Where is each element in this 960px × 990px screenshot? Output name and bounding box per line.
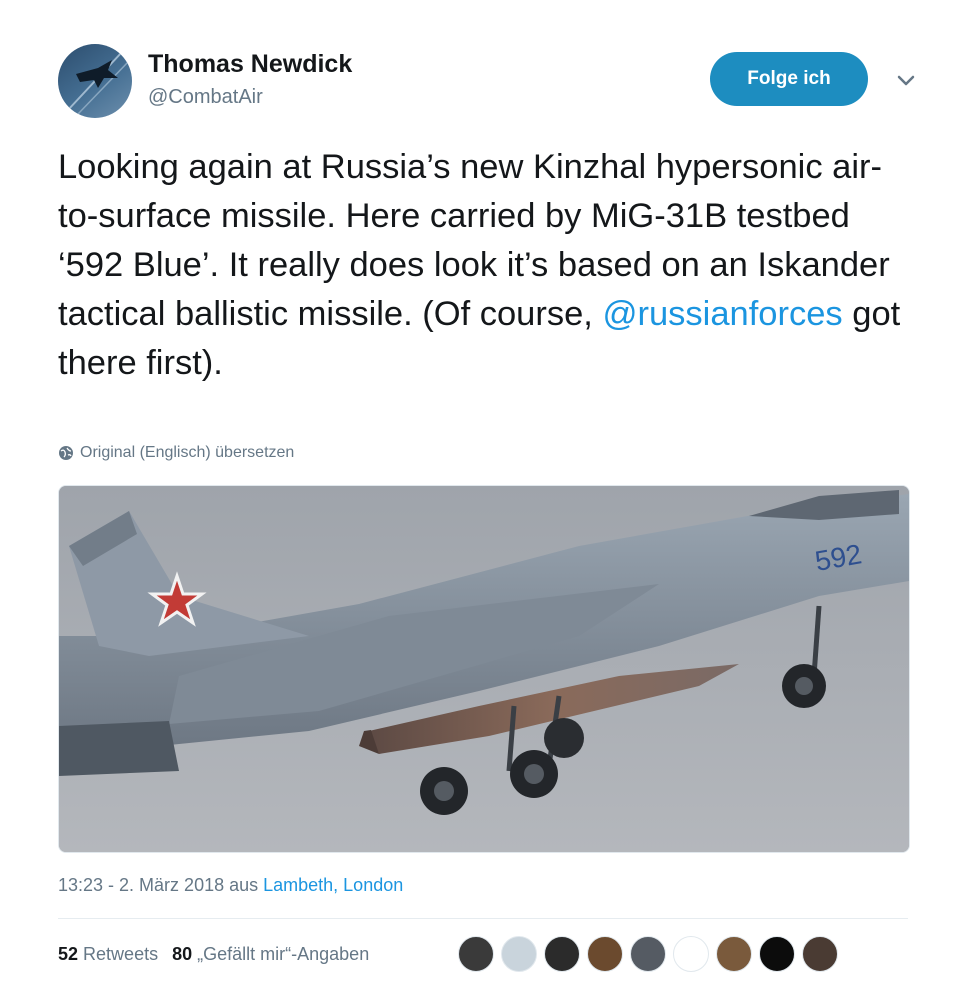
- tweet-media[interactable]: 592: [58, 485, 910, 853]
- author-name[interactable]: Thomas Newdick: [148, 50, 352, 79]
- likes-label: „Gefällt mir“-Angaben: [197, 944, 370, 964]
- author-handle[interactable]: @CombatAir: [148, 86, 263, 109]
- liker-avatar[interactable]: [544, 936, 580, 972]
- author-avatar[interactable]: [58, 44, 132, 118]
- retweets-stat[interactable]: 52 Retweets: [58, 944, 158, 964]
- jet-silhouette-icon: [67, 51, 129, 115]
- time-date[interactable]: 13:23 - 2. März 2018 aus: [58, 875, 263, 895]
- follow-button[interactable]: Folge ich: [710, 52, 868, 106]
- likes-stat[interactable]: 80 „Gefällt mir“-Angaben: [172, 944, 369, 964]
- divider: [58, 918, 908, 919]
- liker-avatar[interactable]: [759, 936, 795, 972]
- liker-avatar[interactable]: [716, 936, 752, 972]
- tweet-header: Thomas Newdick @CombatAir Folge ich: [58, 44, 920, 118]
- mention-link[interactable]: @russianforces: [602, 295, 842, 333]
- likes-count: 80: [172, 944, 193, 964]
- liker-avatar[interactable]: [673, 936, 709, 972]
- tweet-stats: 52 Retweets 80 „Gefällt mir“-Angaben: [58, 944, 369, 965]
- retweets-count: 52: [58, 944, 79, 964]
- globe-icon: [59, 446, 73, 460]
- chevron-down-icon[interactable]: [892, 66, 920, 94]
- translate-link[interactable]: Original (Englisch) übersetzen: [58, 444, 294, 462]
- tweet-text: Looking again at Russia’s new Kinzhal hy…: [58, 143, 918, 388]
- mig-31-photo: 592: [59, 486, 909, 852]
- liker-avatar[interactable]: [587, 936, 623, 972]
- liker-avatars: [458, 936, 845, 972]
- liker-avatar[interactable]: [458, 936, 494, 972]
- location-link[interactable]: Lambeth, London: [263, 875, 403, 895]
- liker-avatar[interactable]: [630, 936, 666, 972]
- retweets-label: Retweets: [83, 944, 159, 964]
- translate-label: Original (Englisch) übersetzen: [80, 444, 295, 461]
- tweet-timestamp: 13:23 - 2. März 2018 aus Lambeth, London: [58, 875, 403, 896]
- liker-avatar[interactable]: [802, 936, 838, 972]
- liker-avatar[interactable]: [501, 936, 537, 972]
